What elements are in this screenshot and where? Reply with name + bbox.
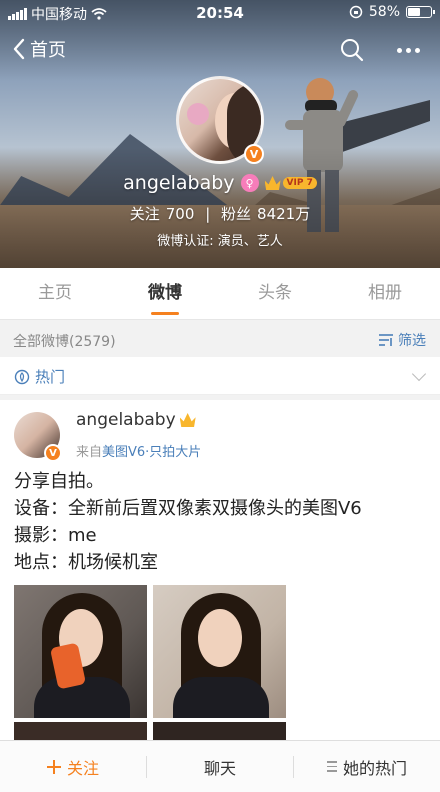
chat-label: 聊天 — [203, 758, 236, 778]
post-source-prefix: 来自 — [76, 445, 103, 460]
back-button[interactable]: 首页 — [12, 36, 66, 62]
tab-headlines[interactable]: 头条 — [220, 268, 330, 319]
post-photo[interactable] — [14, 585, 147, 718]
followers-label[interactable]: 粉丝 — [221, 205, 251, 223]
verification-text: 微博认证: 演员、艺人 — [157, 234, 283, 249]
following-count[interactable]: 700 — [166, 205, 195, 223]
follow-label: 关注 — [66, 758, 99, 778]
profile-name: angelababy — [123, 172, 235, 194]
crown-icon — [264, 176, 281, 190]
post-source: 来自美图V6·只拍大片 — [76, 441, 201, 460]
filter-button[interactable]: 筛选 — [378, 330, 426, 350]
post-line: 分享自拍。 — [14, 471, 104, 492]
post-author-name[interactable]: angelababy — [76, 410, 176, 430]
hot-label: 热门 — [35, 368, 66, 386]
hot-pin-icon — [14, 369, 30, 384]
tab-home[interactable]: 主页 — [0, 268, 110, 319]
plus-icon — [46, 759, 61, 774]
menu-lines-icon — [326, 761, 337, 772]
filter-bar: 全部微博(2579) 筛选 — [0, 321, 440, 357]
bottom-action-bar: 关注 聊天 她的热门 — [0, 740, 440, 792]
post-line: 地点：机场候机室 — [14, 552, 158, 573]
battery-percent: 58% — [368, 4, 400, 20]
profile-stats: 关注 700 | 粉丝 8421万 — [0, 203, 440, 224]
post-line: 设备：全新前后置双像素双摄像头的美图V6 — [14, 498, 362, 519]
search-icon — [341, 39, 364, 62]
more-dots-icon — [396, 47, 402, 53]
post-photo[interactable] — [153, 722, 286, 740]
chat-button[interactable]: 聊天 — [147, 755, 293, 779]
post-verified-badge-icon: V — [44, 444, 62, 462]
post-source-link[interactable]: 美图V6·只拍大片 — [102, 445, 201, 460]
post-vip-crown — [179, 413, 196, 427]
chevron-down-icon — [411, 366, 427, 382]
her-hot-button[interactable]: 她的热门 — [294, 755, 440, 779]
post-photo[interactable] — [153, 585, 286, 718]
search-button[interactable] — [338, 36, 366, 64]
vip-level-label: VIP 7 — [282, 177, 317, 189]
rotation-lock-icon — [349, 5, 363, 19]
weibo-post: V angelababy 来自美图V6·只拍大片 分享自拍。 设备：全新前后置双… — [0, 400, 440, 740]
tab-album[interactable]: 相册 — [330, 268, 440, 319]
weibo-count: 全部微博(2579) — [13, 334, 116, 350]
profile-name-row: angelababy ♀ VIP 7 — [0, 172, 440, 194]
followers-count[interactable]: 8421万 — [257, 205, 310, 223]
profile-tabs: 主页 微博 头条 相册 — [0, 268, 440, 320]
battery-icon — [406, 6, 435, 18]
verified-badge-icon: V — [244, 144, 264, 164]
more-options-button[interactable] — [390, 36, 426, 64]
filter-icon — [379, 334, 393, 346]
her-hot-label: 她的热门 — [342, 758, 407, 778]
stats-divider: | — [205, 205, 211, 223]
post-line: 摄影：me — [14, 525, 97, 546]
hot-selector[interactable]: 热门 — [0, 357, 440, 395]
tab-weibo[interactable]: 微博 — [110, 268, 220, 319]
female-gender-icon: ♀ — [240, 174, 259, 192]
vip-badge[interactable]: VIP 7 — [264, 176, 317, 190]
nav-bar: 首页 — [0, 30, 440, 70]
follow-button[interactable]: 关注 — [0, 755, 146, 779]
post-photo[interactable] — [14, 722, 147, 740]
filter-label: 筛选 — [398, 333, 426, 349]
crown-icon — [179, 413, 196, 427]
following-label[interactable]: 关注 — [130, 205, 160, 223]
post-content: 分享自拍。 设备：全新前后置双像素双摄像头的美图V6 摄影：me 地点：机场候机… — [14, 468, 362, 576]
status-bar: 中国移动 20:54 58% — [0, 0, 440, 26]
back-label: 首页 — [30, 40, 66, 61]
chevron-left-icon — [13, 38, 25, 60]
